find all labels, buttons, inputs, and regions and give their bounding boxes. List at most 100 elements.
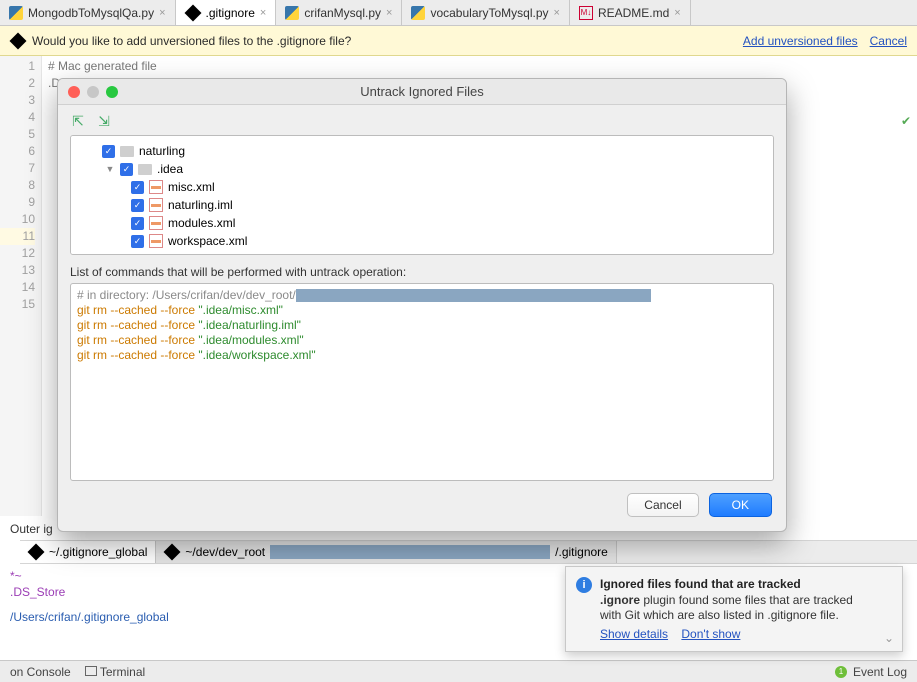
tab-label: MongodbToMysqlQa.py xyxy=(28,6,154,20)
tab-vocab[interactable]: vocabularyToMysql.py × xyxy=(402,0,570,25)
tree-label: .idea xyxy=(157,162,183,176)
notif-title: Ignored files found that are tracked xyxy=(600,577,876,591)
commands-label: List of commands that will be performed … xyxy=(58,255,786,283)
checkbox[interactable]: ✓ xyxy=(102,145,115,158)
xml-file-icon xyxy=(149,216,163,230)
tab-crifanmysql[interactable]: crifanMysql.py × xyxy=(276,0,402,25)
checkbox[interactable]: ✓ xyxy=(131,235,144,248)
tree-row[interactable]: ✓ modules.xml xyxy=(77,214,767,232)
iml-file-icon xyxy=(149,198,163,212)
dialog-buttons: Cancel OK xyxy=(58,493,786,531)
info-icon: i xyxy=(576,577,592,593)
xml-file-icon xyxy=(149,180,163,194)
collapse-icon[interactable]: ⌄ xyxy=(884,631,894,645)
close-icon[interactable]: × xyxy=(386,7,392,19)
checkbox[interactable]: ✓ xyxy=(131,199,144,212)
dialog-titlebar[interactable]: Untrack Ignored Files xyxy=(58,79,786,105)
commands-box[interactable]: # in directory: /Users/crifan/dev/dev_ro… xyxy=(70,283,774,481)
close-window-icon[interactable] xyxy=(68,86,80,98)
link-cancel[interactable]: Cancel xyxy=(870,34,907,48)
tab-label: crifanMysql.py xyxy=(304,6,381,20)
terminal-tool[interactable]: Terminal xyxy=(85,665,145,679)
event-log-tool[interactable]: 1Event Log xyxy=(835,665,907,679)
cmd-arg: ".idea/workspace.xml" xyxy=(198,348,315,362)
notification-banner: Would you like to add unversioned files … xyxy=(0,26,917,56)
gitignore-icon xyxy=(10,32,27,49)
redacted-path xyxy=(270,545,550,559)
cmd-text: git rm --cached --force xyxy=(77,303,198,317)
gitignore-icon xyxy=(184,4,201,21)
tree-row[interactable]: ✓ workspace.xml xyxy=(77,232,767,250)
code-line: # Mac generated file xyxy=(48,58,911,75)
untrack-dialog: Untrack Ignored Files ⇱ ⇲ ✓ naturling ▼ ✓.… xyxy=(57,78,787,532)
window-controls xyxy=(68,86,118,98)
dialog-title: Untrack Ignored Files xyxy=(360,84,484,99)
close-icon[interactable]: × xyxy=(260,7,266,19)
tree-row[interactable]: ✓ naturling xyxy=(77,142,767,160)
collapse-all-icon[interactable]: ⇲ xyxy=(96,113,112,129)
checkbox[interactable]: ✓ xyxy=(131,181,144,194)
event-count-icon: 1 xyxy=(835,666,847,678)
gitignore-icon xyxy=(164,544,181,561)
banner-message: Would you like to add unversioned files … xyxy=(32,34,351,48)
tab-label: vocabularyToMysql.py xyxy=(430,6,548,20)
python-icon xyxy=(411,6,425,20)
expand-icon[interactable]: ▼ xyxy=(105,164,115,174)
lower-tab-global[interactable]: ~/.gitignore_global xyxy=(20,541,156,563)
folder-icon xyxy=(138,164,152,175)
redacted-path xyxy=(296,289,651,302)
file-tree[interactable]: ✓ naturling ▼ ✓ .idea ✓ misc.xml ✓ naturling.… xyxy=(70,135,774,255)
tree-label: naturling xyxy=(139,144,185,158)
gitignore-icon xyxy=(28,544,45,561)
tree-row[interactable]: ▼ ✓ .idea xyxy=(77,160,767,178)
notification-popup: i Ignored files found that are tracked .… xyxy=(565,566,903,652)
checkbox[interactable]: ✓ xyxy=(120,163,133,176)
lower-tab-devroot[interactable]: ~/dev/dev_root /.gitignore xyxy=(156,541,616,563)
markdown-icon: M↓ xyxy=(579,6,593,20)
terminal-icon xyxy=(85,666,97,676)
cmd-arg: ".idea/misc.xml" xyxy=(198,303,283,317)
checkbox[interactable]: ✓ xyxy=(131,217,144,230)
link-add-unversioned[interactable]: Add unversioned files xyxy=(743,34,858,48)
cmd-comment: # in directory: /Users/crifan/dev/dev_ro… xyxy=(77,288,296,302)
tab-readme[interactable]: M↓ README.md × xyxy=(570,0,691,25)
folder-icon xyxy=(120,146,134,157)
ok-button[interactable]: OK xyxy=(709,493,772,517)
xml-file-icon xyxy=(149,234,163,248)
python-icon xyxy=(285,6,299,20)
close-icon[interactable]: × xyxy=(674,7,680,19)
tab-gitignore[interactable]: .gitignore × xyxy=(176,0,277,25)
dialog-toolbar: ⇱ ⇲ xyxy=(58,105,786,135)
tree-label: modules.xml xyxy=(168,216,235,230)
cmd-arg: ".idea/modules.xml" xyxy=(198,333,303,347)
close-icon[interactable]: × xyxy=(159,7,165,19)
cmd-text: git rm --cached --force xyxy=(77,348,198,362)
console-tool[interactable]: on Console xyxy=(10,665,71,679)
tree-label: misc.xml xyxy=(168,180,215,194)
lower-tabs: ~/.gitignore_global ~/dev/dev_root /.giti… xyxy=(20,540,917,564)
tab-label: README.md xyxy=(598,6,669,20)
lower-tab-label: ~/dev/dev_root xyxy=(185,545,265,559)
python-icon xyxy=(9,6,23,20)
cmd-text: git rm --cached --force xyxy=(77,333,198,347)
tree-label: naturling.iml xyxy=(168,198,233,212)
close-icon[interactable]: × xyxy=(554,7,560,19)
status-bar: on Console Terminal 1Event Log xyxy=(0,660,917,682)
line-gutter: 123456789101112131415 xyxy=(0,56,42,516)
notif-body: .ignore plugin found some files that are… xyxy=(600,593,876,623)
link-show-details[interactable]: Show details xyxy=(600,627,668,641)
cancel-button[interactable]: Cancel xyxy=(627,493,698,517)
tab-label: .gitignore xyxy=(206,6,255,20)
link-dont-show[interactable]: Don't show xyxy=(681,627,740,641)
lower-tab-label: ~/.gitignore_global xyxy=(49,545,147,559)
tree-row[interactable]: ✓ naturling.iml xyxy=(77,196,767,214)
tab-mongodb[interactable]: MongodbToMysqlQa.py × xyxy=(0,0,176,25)
tree-row[interactable]: ✓ misc.xml xyxy=(77,178,767,196)
editor-tabs: MongodbToMysqlQa.py × .gitignore × crifanM… xyxy=(0,0,917,26)
cmd-arg: ".idea/naturling.iml" xyxy=(198,318,301,332)
tree-label: workspace.xml xyxy=(168,234,247,248)
expand-all-icon[interactable]: ⇱ xyxy=(70,113,86,129)
cmd-text: git rm --cached --force xyxy=(77,318,198,332)
lower-tab-label: /.gitignore xyxy=(555,545,608,559)
zoom-window-icon[interactable] xyxy=(106,86,118,98)
